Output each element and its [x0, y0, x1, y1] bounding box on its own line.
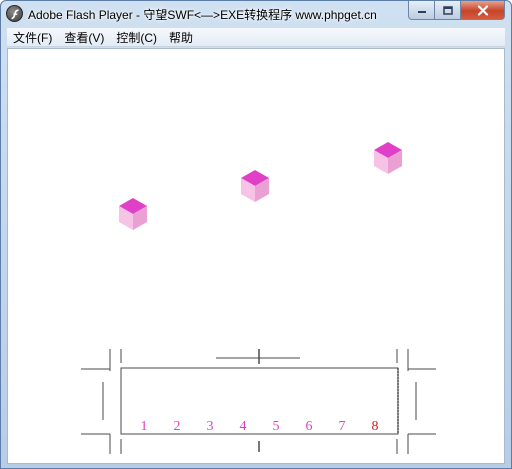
menu-bar: 文件(F) 查看(V) 控制(C) 帮助	[7, 28, 505, 47]
maximize-button[interactable]	[435, 1, 461, 20]
title-bar[interactable]: Adobe Flash Player - 守望SWF<—>EXE转换程序 www…	[1, 1, 511, 27]
slot-label: 3	[207, 419, 214, 434]
minimize-button[interactable]	[408, 1, 435, 20]
window-controls	[408, 1, 505, 20]
slot-label: 1	[141, 419, 148, 434]
close-button[interactable]	[461, 1, 505, 20]
slot-label: 6	[306, 419, 313, 434]
falling-cube[interactable]	[374, 142, 402, 174]
slot-label: 2	[174, 419, 181, 434]
slot-label: 8	[372, 419, 379, 434]
menu-control[interactable]: 控制(C)	[110, 29, 163, 46]
falling-cube[interactable]	[241, 170, 269, 202]
falling-cube[interactable]	[119, 198, 147, 230]
maximize-icon	[442, 5, 453, 15]
flash-player-window: Adobe Flash Player - 守望SWF<—>EXE转换程序 www…	[0, 0, 512, 469]
menu-file[interactable]: 文件(F)	[7, 29, 58, 46]
game-stage[interactable]: 1 2 3 4 5 6 7 8	[8, 49, 506, 465]
slot-label: 5	[273, 419, 280, 434]
flash-player-icon[interactable]	[6, 5, 23, 22]
slot-label: 4	[240, 419, 247, 434]
menu-view[interactable]: 查看(V)	[58, 29, 110, 46]
window-title: Adobe Flash Player - 守望SWF<—>EXE转换程序 www…	[28, 8, 377, 22]
catcher-box	[120, 367, 399, 435]
slot-label: 7	[339, 419, 346, 434]
flash-stage-area[interactable]: 1 2 3 4 5 6 7 8	[7, 48, 505, 464]
slot-labels: 1 2 3 4 5 6 7 8	[141, 419, 379, 434]
catcher-frame	[81, 349, 436, 454]
menu-help[interactable]: 帮助	[163, 29, 199, 46]
minimize-icon	[417, 11, 426, 13]
close-icon	[477, 4, 488, 16]
